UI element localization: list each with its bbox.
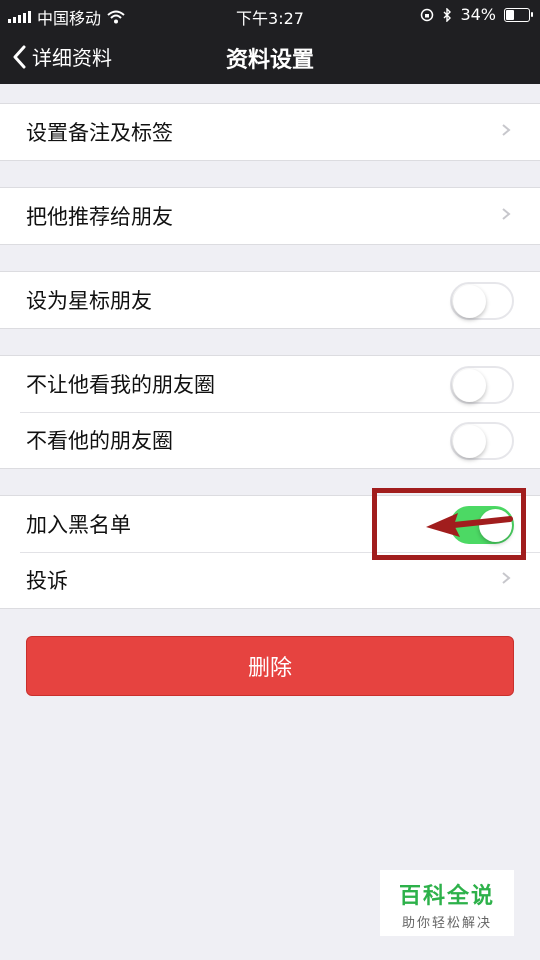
- row-label: 投诉: [26, 569, 68, 593]
- row-recommend[interactable]: 把他推荐给朋友: [0, 188, 540, 244]
- top-bar: 中国移动 下午3:27 34% 详细资料 资料设置: [0, 0, 540, 84]
- hide-my-moments-toggle[interactable]: [450, 366, 514, 404]
- group-moments: 不让他看我的朋友圈 不看他的朋友圈: [0, 355, 540, 469]
- battery-percent: 34%: [460, 5, 496, 24]
- watermark-subtitle: 助你轻松解决: [401, 916, 492, 931]
- delete-button[interactable]: 删除: [26, 636, 514, 696]
- chevron-right-icon: [502, 208, 511, 220]
- star-toggle[interactable]: [450, 282, 514, 320]
- chevron-right-icon: [502, 124, 511, 136]
- row-label: 设置备注及标签: [26, 121, 173, 145]
- row-hide-his-moments: 不看他的朋友圈: [0, 412, 540, 468]
- row-label: 加入黑名单: [26, 513, 131, 537]
- row-label: 不让他看我的朋友圈: [26, 373, 215, 397]
- group-recommend: 把他推荐给朋友: [0, 187, 540, 245]
- toggle-knob: [453, 285, 486, 318]
- row-remark[interactable]: 设置备注及标签: [0, 104, 540, 160]
- chevron-right-icon: [502, 572, 511, 584]
- row-label: 设为星标朋友: [26, 289, 152, 313]
- watermark-logo: 百科全说 助你轻松解决: [380, 870, 514, 936]
- bluetooth-icon: [443, 7, 452, 22]
- toggle-knob: [453, 425, 486, 458]
- page-title: 资料设置: [225, 48, 314, 73]
- row-star: 设为星标朋友: [0, 272, 540, 328]
- hide-his-moments-toggle[interactable]: [450, 422, 514, 460]
- toggle-knob: [453, 369, 486, 402]
- row-hide-my-moments: 不让他看我的朋友圈: [0, 356, 540, 412]
- rotation-lock-icon: [421, 8, 434, 21]
- row-label: 把他推荐给朋友: [26, 205, 173, 229]
- status-right: 34%: [420, 5, 533, 24]
- group-star: 设为星标朋友: [0, 271, 540, 329]
- row-complain[interactable]: 投诉: [0, 552, 540, 608]
- battery-icon: [504, 7, 533, 22]
- nav-bar: 详细资料 资料设置: [0, 28, 540, 84]
- row-label: 不看他的朋友圈: [26, 429, 173, 453]
- status-bar: 中国移动 下午3:27 34%: [0, 0, 540, 28]
- watermark-title: 百科全说: [398, 884, 495, 909]
- group-remark: 设置备注及标签: [0, 103, 540, 161]
- annotation-arrow-icon: [426, 513, 513, 537]
